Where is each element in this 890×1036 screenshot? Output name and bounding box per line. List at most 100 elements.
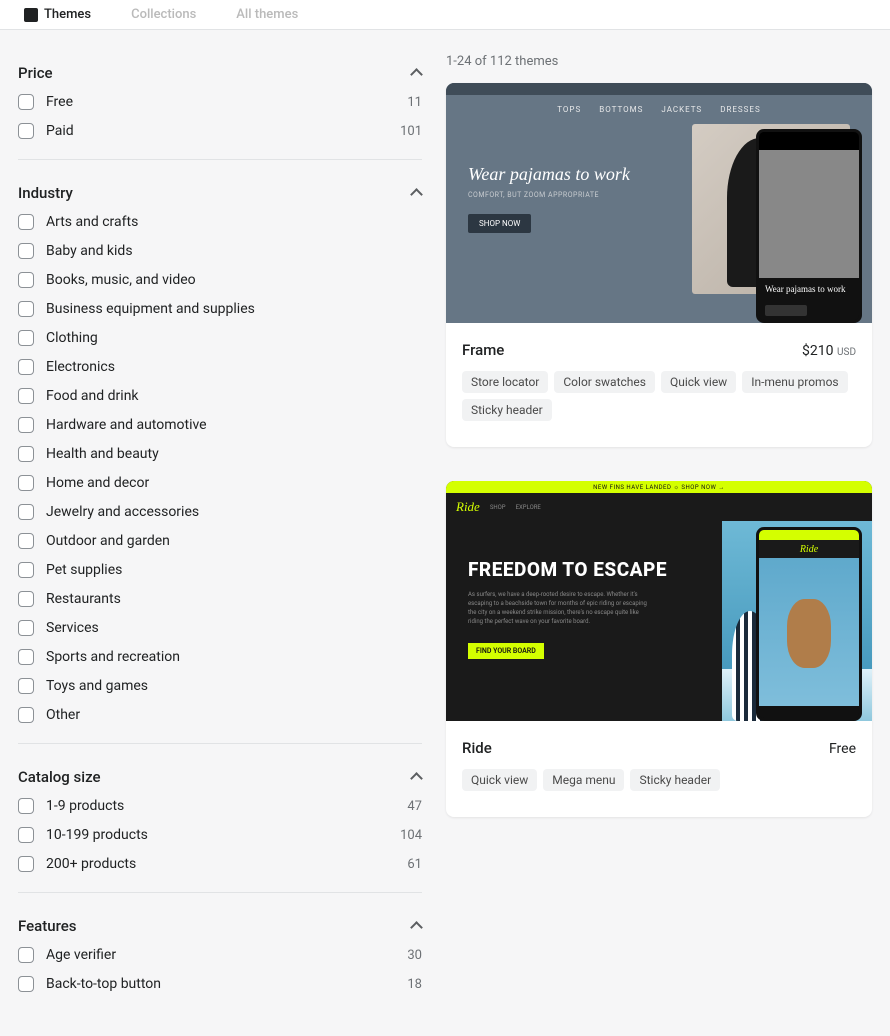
checkbox[interactable]	[18, 359, 34, 375]
filter-label: 200+ products	[46, 856, 395, 872]
filter-option[interactable]: Electronics	[18, 357, 422, 377]
hero-title: Wear pajamas to work	[468, 164, 668, 185]
checkbox[interactable]	[18, 620, 34, 636]
filter-option[interactable]: Home and decor	[18, 473, 422, 493]
nav-collections[interactable]: Collections	[131, 7, 196, 22]
filter-option[interactable]: Clothing	[18, 328, 422, 348]
filter-label: Back-to-top button	[46, 976, 395, 992]
checkbox[interactable]	[18, 827, 34, 843]
filter-label: Paid	[46, 123, 388, 139]
checkbox[interactable]	[18, 649, 34, 665]
theme-card-body: Ride Free Quick viewMega menuSticky head…	[446, 721, 872, 817]
filter-count: 104	[400, 828, 422, 843]
checkbox[interactable]	[18, 417, 34, 433]
filter-group-catalog: Catalog size 1-9 products47 10-199 produc…	[18, 758, 422, 874]
divider	[18, 159, 422, 160]
filter-option[interactable]: Business equipment and supplies	[18, 299, 422, 319]
checkbox[interactable]	[18, 533, 34, 549]
filter-header-features[interactable]: Features	[18, 907, 422, 945]
feature-tag: Store locator	[462, 371, 548, 393]
filter-option[interactable]: Restaurants	[18, 589, 422, 609]
filter-title: Catalog size	[18, 768, 101, 786]
feature-tag: Sticky header	[462, 399, 552, 421]
filter-option[interactable]: Other	[18, 705, 422, 725]
checkbox[interactable]	[18, 562, 34, 578]
filter-option[interactable]: Baby and kids	[18, 241, 422, 261]
filter-header-catalog[interactable]: Catalog size	[18, 758, 422, 796]
filter-header-price[interactable]: Price	[18, 54, 422, 92]
checkbox[interactable]	[18, 94, 34, 110]
divider	[18, 743, 422, 744]
filter-option[interactable]: Sports and recreation	[18, 647, 422, 667]
checkbox[interactable]	[18, 475, 34, 491]
nav-themes[interactable]: Themes	[24, 7, 91, 22]
checkbox[interactable]	[18, 446, 34, 462]
filter-label: Arts and crafts	[46, 214, 422, 230]
filter-label: Age verifier	[46, 947, 395, 963]
filter-option[interactable]: Health and beauty	[18, 444, 422, 464]
filter-option[interactable]: Books, music, and video	[18, 270, 422, 290]
filter-label: Services	[46, 620, 422, 636]
chevron-up-icon	[410, 920, 422, 932]
checkbox[interactable]	[18, 976, 34, 992]
theme-preview: NEW FINS HAVE LANDED ☼ SHOP NOW → Ride S…	[446, 481, 872, 721]
filter-title: Industry	[18, 184, 73, 202]
theme-card[interactable]: TOPS BOTTOMS JACKETS DRESSES Wear pajama…	[446, 83, 872, 447]
filter-label: Other	[46, 707, 422, 723]
theme-card[interactable]: NEW FINS HAVE LANDED ☼ SHOP NOW → Ride S…	[446, 481, 872, 817]
filter-option[interactable]: Outdoor and garden	[18, 531, 422, 551]
filter-option[interactable]: Hardware and automotive	[18, 415, 422, 435]
filter-label: Toys and games	[46, 678, 422, 694]
checkbox[interactable]	[18, 856, 34, 872]
filter-option[interactable]: Paid101	[18, 121, 422, 141]
checkbox[interactable]	[18, 301, 34, 317]
mobile-preview: Wear pajamas to work	[756, 129, 862, 323]
checkbox[interactable]	[18, 798, 34, 814]
filter-sidebar: Price Free11 Paid101 Industry Arts and cr…	[18, 54, 422, 1012]
chevron-up-icon	[410, 187, 422, 199]
checkbox[interactable]	[18, 678, 34, 694]
filter-label: Health and beauty	[46, 446, 422, 462]
filter-option[interactable]: 10-199 products104	[18, 825, 422, 845]
filter-option[interactable]: Services	[18, 618, 422, 638]
hero-title: FREEDOM TO ESCAPE	[468, 559, 700, 580]
filter-option[interactable]: 200+ products61	[18, 854, 422, 874]
checkbox[interactable]	[18, 330, 34, 346]
filter-label: Jewelry and accessories	[46, 504, 422, 520]
checkbox[interactable]	[18, 243, 34, 259]
checkbox[interactable]	[18, 123, 34, 139]
checkbox[interactable]	[18, 388, 34, 404]
theme-results: 1-24 of 112 themes TOPS BOTTOMS JACKETS …	[446, 54, 872, 1012]
filter-option[interactable]: Pet supplies	[18, 560, 422, 580]
top-nav: Themes Collections All themes	[0, 0, 890, 30]
checkbox[interactable]	[18, 504, 34, 520]
theme-preview: TOPS BOTTOMS JACKETS DRESSES Wear pajama…	[446, 83, 872, 323]
filter-option[interactable]: Food and drink	[18, 386, 422, 406]
themes-icon	[24, 8, 38, 22]
hero-cta: SHOP NOW	[468, 214, 531, 233]
feature-tag: Quick view	[661, 371, 736, 393]
filter-count: 30	[407, 948, 422, 963]
filter-option[interactable]: Back-to-top button18	[18, 974, 422, 994]
nav-all-themes[interactable]: All themes	[236, 7, 298, 22]
checkbox[interactable]	[18, 591, 34, 607]
filter-option[interactable]: Free11	[18, 92, 422, 112]
feature-tag: Sticky header	[630, 769, 720, 791]
filter-option[interactable]: Age verifier 30	[18, 945, 422, 965]
checkbox[interactable]	[18, 707, 34, 723]
filter-label: Home and decor	[46, 475, 422, 491]
checkbox[interactable]	[18, 947, 34, 963]
chevron-up-icon	[410, 771, 422, 783]
filter-label: Hardware and automotive	[46, 417, 422, 433]
filter-header-industry[interactable]: Industry	[18, 174, 422, 212]
theme-name: Ride	[462, 739, 492, 757]
filter-option[interactable]: Toys and games	[18, 676, 422, 696]
theme-name: Frame	[462, 341, 504, 359]
filter-option[interactable]: Jewelry and accessories	[18, 502, 422, 522]
filter-option[interactable]: Arts and crafts	[18, 212, 422, 232]
checkbox[interactable]	[18, 272, 34, 288]
filter-option[interactable]: 1-9 products47	[18, 796, 422, 816]
checkbox[interactable]	[18, 214, 34, 230]
theme-price: $210 USD	[802, 343, 856, 359]
feature-tag: Mega menu	[543, 769, 624, 791]
